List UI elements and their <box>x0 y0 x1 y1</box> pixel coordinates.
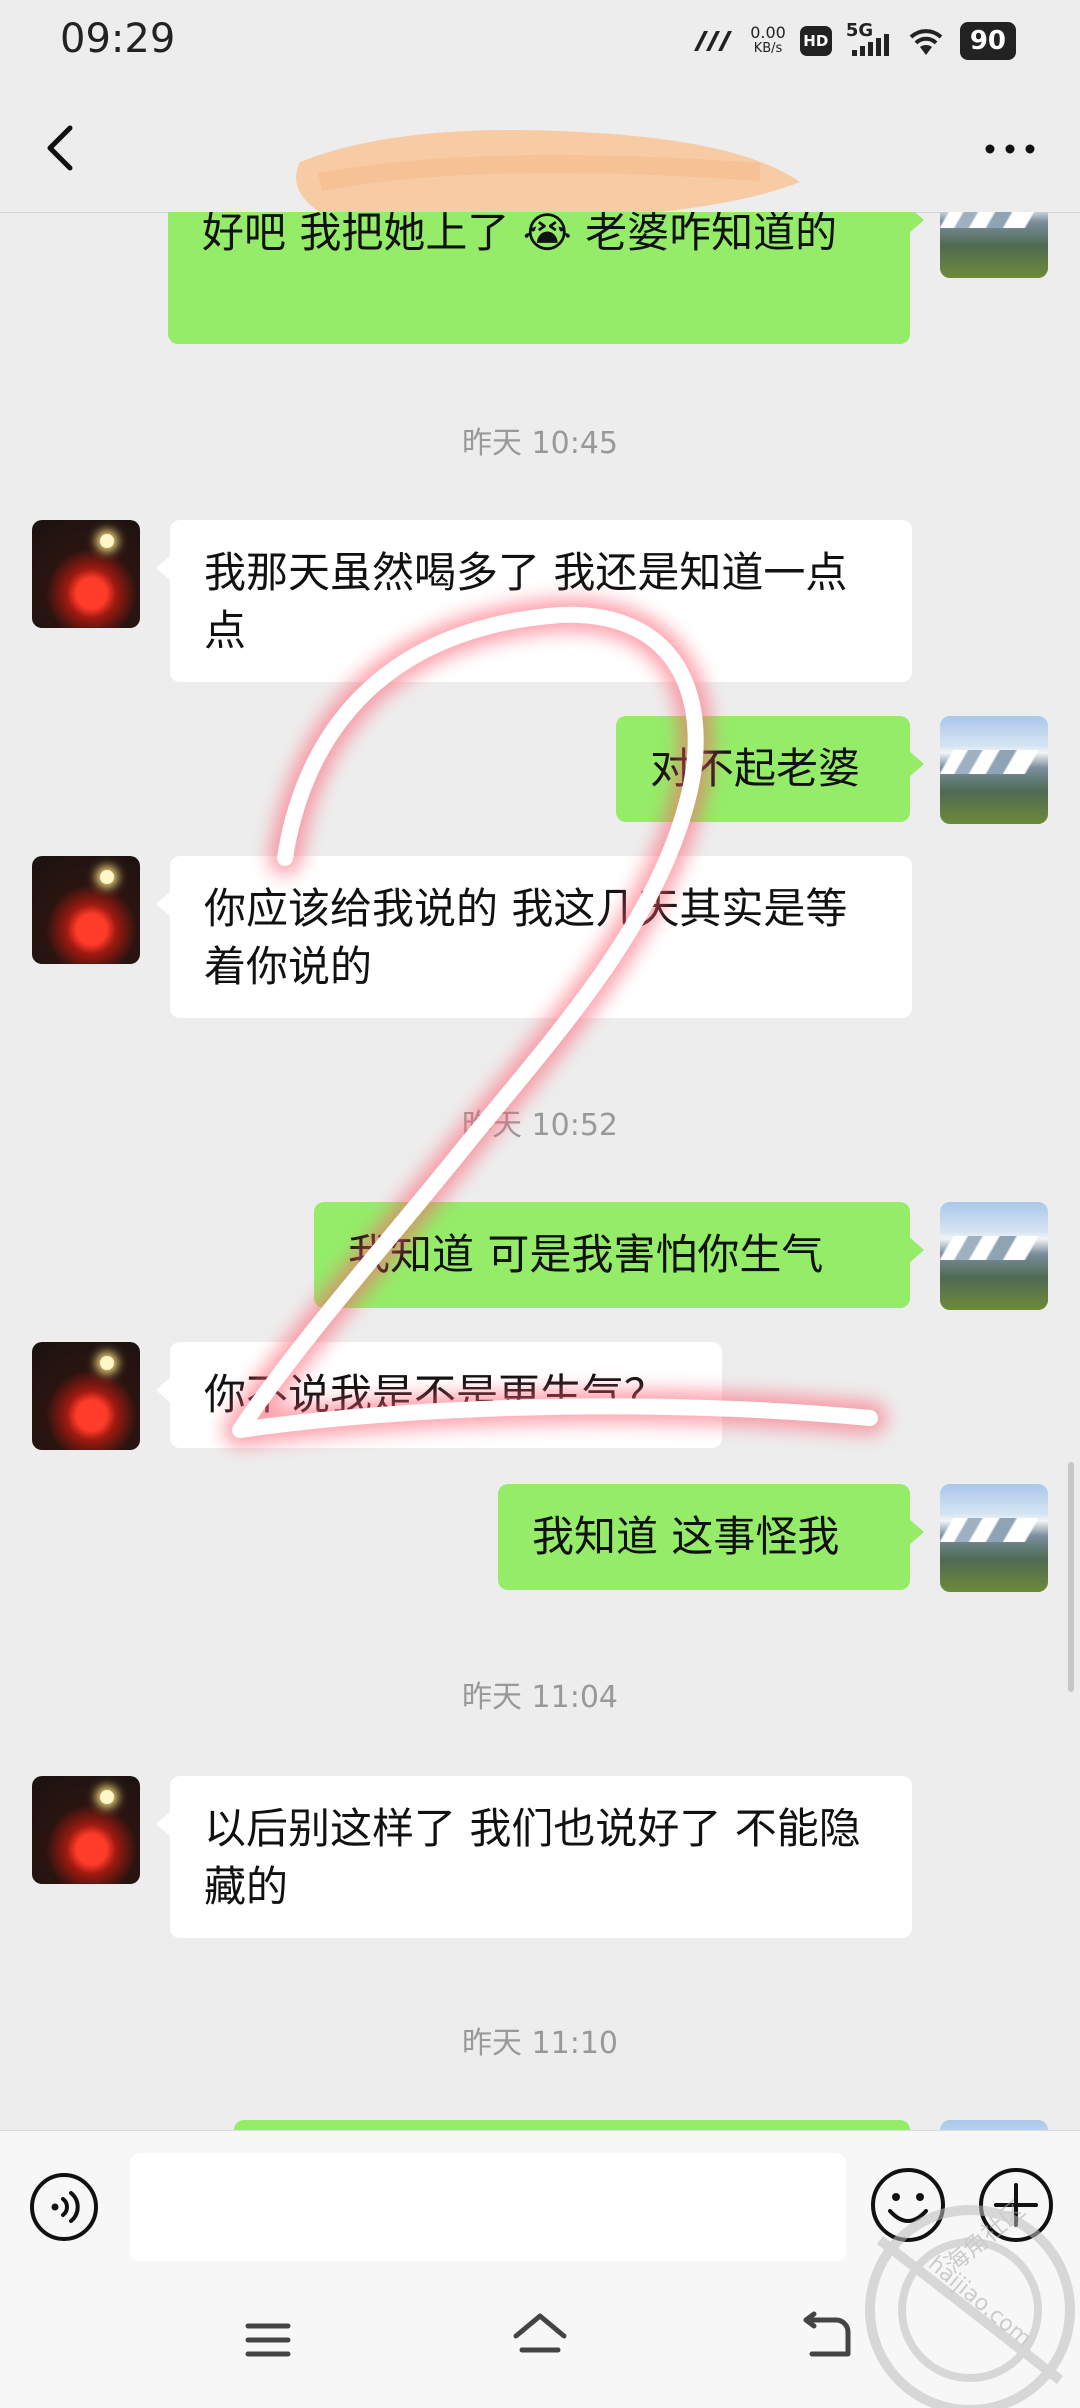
my-avatar[interactable] <box>940 1202 1048 1310</box>
message-bubble-incoming[interactable]: 你应该给我说的 我这几天其实是等着你说的 <box>156 856 912 1018</box>
menu-icon[interactable] <box>238 2310 298 2370</box>
wifi-icon <box>909 29 943 55</box>
message-bubble-incoming[interactable]: 你不说我是不是更生气？ <box>156 1342 722 1448</box>
message-input[interactable] <box>130 2153 846 2261</box>
contact-avatar[interactable] <box>32 856 140 964</box>
signal-strength-icon <box>694 31 733 51</box>
message-bubble-outgoing[interactable]: 对不起老婆 <box>616 716 924 822</box>
input-bar <box>0 2130 1080 2271</box>
message-bubble-outgoing[interactable]: 我知道 这事怪我 <box>498 1484 924 1590</box>
message-timestamp: 昨天 11:04 <box>462 1680 618 1715</box>
plus-icon[interactable] <box>976 2165 1056 2245</box>
more-options-icon[interactable] <box>980 134 1040 164</box>
home-icon[interactable] <box>508 2306 572 2370</box>
message-bubble-outgoing[interactable]: 我知道 可是我害怕你生气 <box>314 1202 924 1308</box>
system-navigation-bar <box>0 2270 1080 2408</box>
my-avatar[interactable] <box>940 1484 1048 1592</box>
battery-indicator: 90 <box>959 22 1016 60</box>
voice-input-icon[interactable] <box>28 2171 100 2243</box>
network-speed: 0.00 KB/s <box>750 23 786 57</box>
message-timestamp: 昨天 11:10 <box>462 2026 618 2061</box>
my-avatar[interactable] <box>940 2120 1048 2130</box>
message-bubble-outgoing[interactable]: 好吧 我把她上了 😭 老婆咋知道的 <box>168 212 924 344</box>
status-icons: 0.00 KB/s HD 5G 90 <box>692 20 1016 60</box>
chat-header <box>0 82 1080 254</box>
contact-avatar[interactable] <box>32 520 140 628</box>
my-avatar[interactable] <box>940 212 1048 278</box>
status-bar: 09:29 0.00 KB/s HD 5G 90 <box>0 0 1080 82</box>
message-timestamp: 昨天 10:52 <box>462 1108 618 1143</box>
emoji-icon[interactable] <box>868 2165 948 2245</box>
contact-avatar[interactable] <box>32 1776 140 1884</box>
chat-messages[interactable]: 好吧 我把她上了 😭 老婆咋知道的 昨天 10:45 我那天虽然喝多了 我还是知… <box>0 212 1080 2130</box>
contact-avatar[interactable] <box>32 1342 140 1450</box>
message-timestamp: 昨天 10:45 <box>462 426 618 461</box>
5g-signal-icon: 5G <box>846 20 892 58</box>
hd-badge: HD <box>799 26 832 56</box>
status-time: 09:29 <box>60 16 176 62</box>
back-arrow-icon[interactable] <box>36 120 92 176</box>
message-bubble-incoming[interactable]: 以后别这样了 我们也说好了 不能隐藏的 <box>156 1776 912 1938</box>
back-nav-icon[interactable] <box>796 2306 860 2370</box>
message-bubble-outgoing-partial[interactable] <box>234 2120 910 2130</box>
scrollbar-thumb[interactable] <box>1068 1462 1074 1692</box>
my-avatar[interactable] <box>940 716 1048 824</box>
message-bubble-incoming[interactable]: 我那天虽然喝多了 我还是知道一点点 <box>156 520 912 682</box>
